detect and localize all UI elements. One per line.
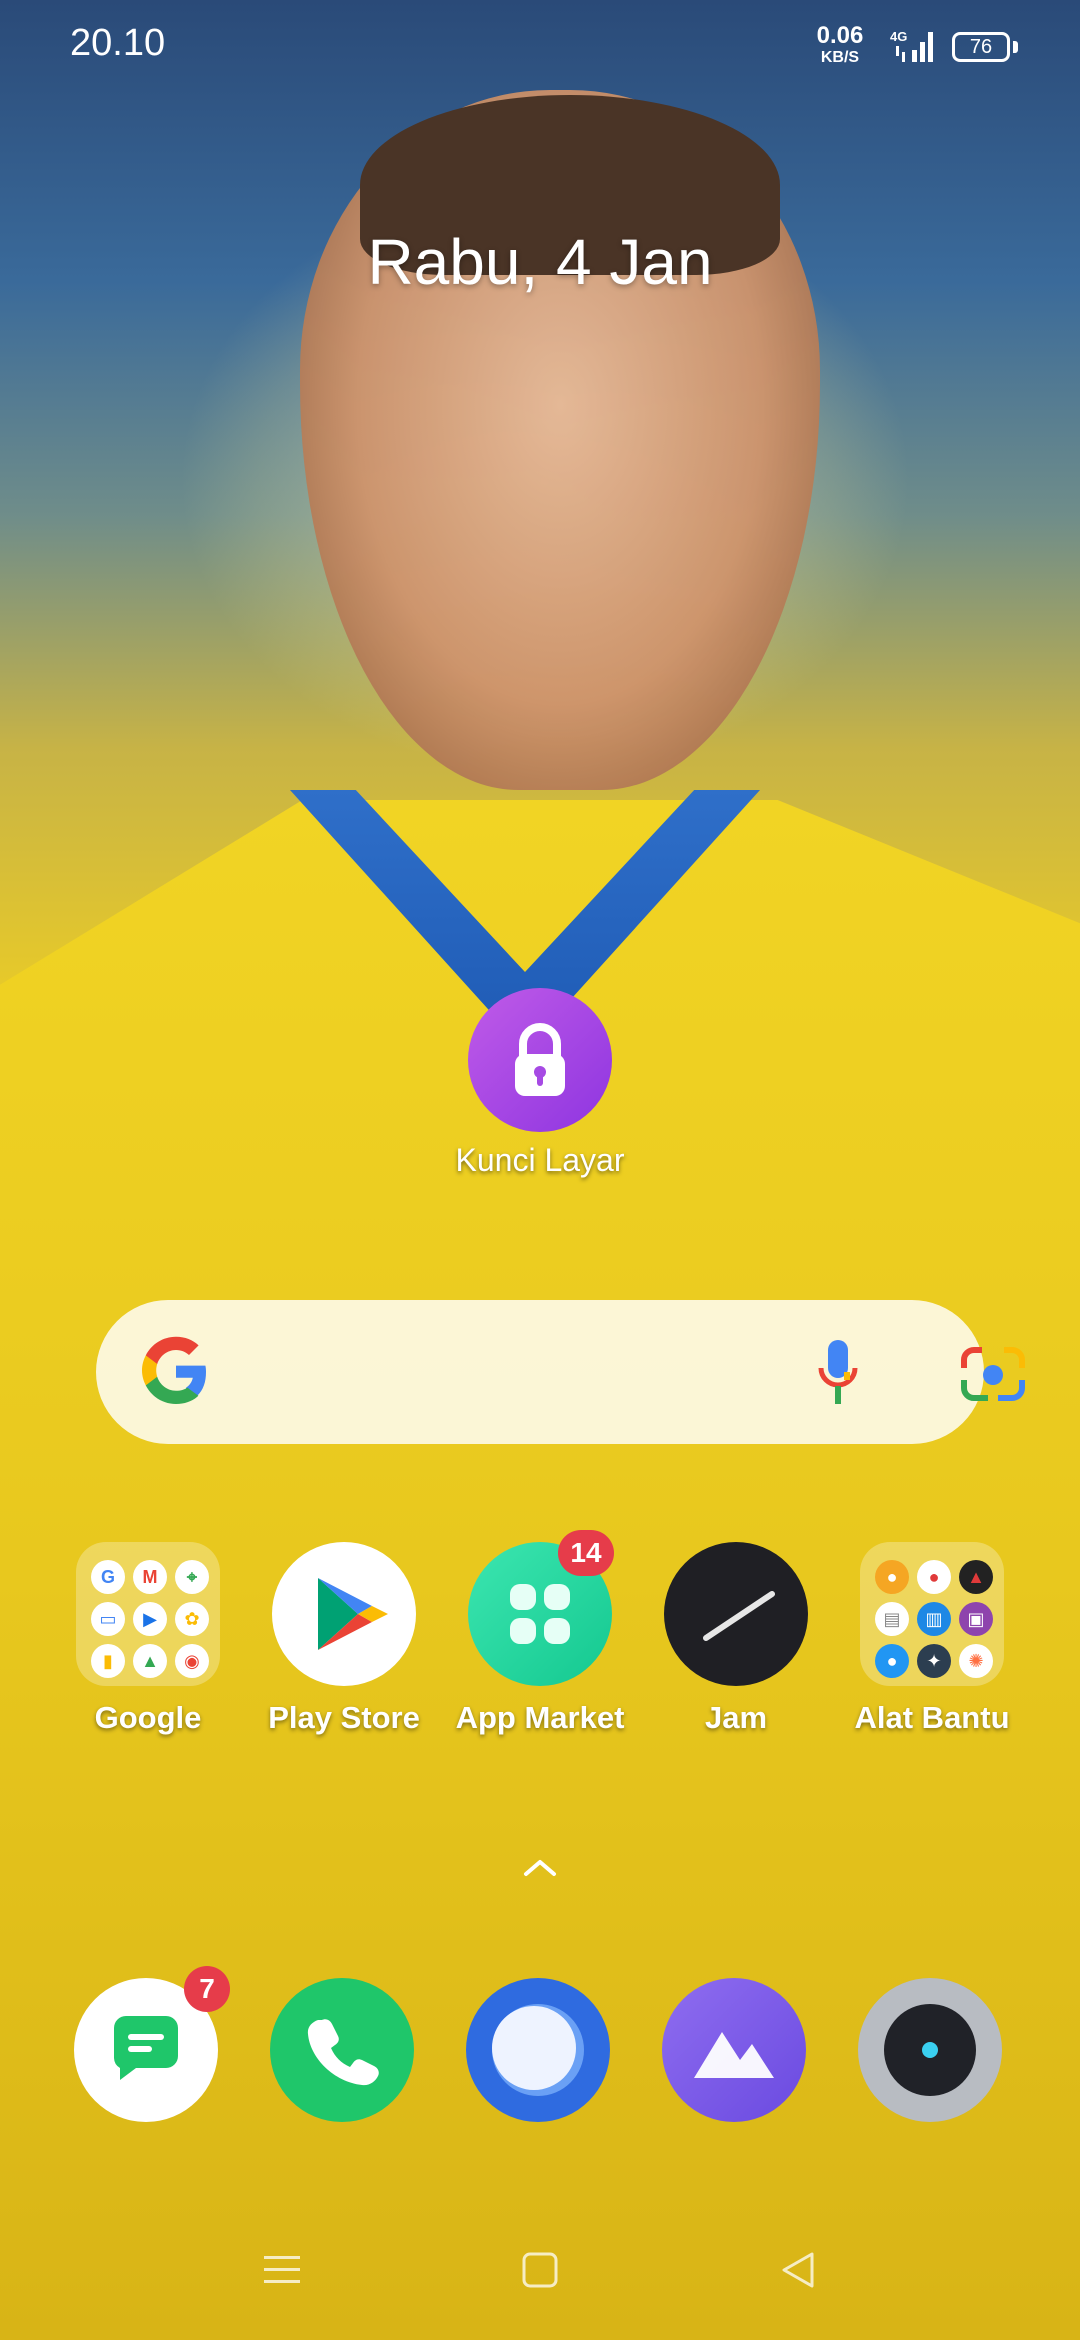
lock-screen-shortcut[interactable]: Kunci Layar [430,988,650,1179]
lock-screen-label: Kunci Layar [455,1142,625,1178]
google-icon [142,1336,206,1404]
mic-icon[interactable] [818,1340,858,1406]
folder-icon[interactable]: G M ⌖ ▭ ▶ ✿ ▮ ▲ ◉ [76,1542,220,1686]
lock-icon[interactable] [468,988,612,1132]
app-play-store[interactable]: Play Store [246,1542,442,1736]
app-app-market[interactable]: 14 App Market [442,1530,638,1736]
network-type: 4G [890,29,907,44]
app-label: Play Store [268,1700,420,1735]
dock-gallery[interactable] [662,1978,806,2122]
app-label: Google [94,1700,202,1735]
folder-icon[interactable]: ● ● ▲ ▤ ▥ ▣ ● ✦ ✺ [860,1542,1004,1686]
notification-badge: 14 [558,1530,614,1576]
phone-icon [307,2019,379,2086]
app-folder-google[interactable]: G M ⌖ ▭ ▶ ✿ ▮ ▲ ◉ Google [50,1542,246,1736]
clock-icon[interactable] [664,1542,808,1686]
notification-badge: 7 [184,1966,230,2012]
dock-browser[interactable] [466,1978,610,2122]
app-label: Alat Bantu [854,1700,1010,1735]
dock-camera[interactable] [858,1978,1002,2122]
camera-icon [884,2004,976,2096]
status-time: 20.10 [70,22,166,64]
network-speed-unit: KB/S [820,49,860,66]
home-nav-icon[interactable] [520,2250,560,2290]
battery-icon: 76 [952,32,1018,62]
menu-nav-icon[interactable] [262,2250,302,2290]
play-store-icon[interactable] [272,1542,416,1686]
browser-icon [492,2004,584,2096]
dock-messages[interactable]: 7 [74,1966,230,2122]
gallery-icon [694,2032,774,2078]
dock-phone[interactable] [270,1978,414,2122]
network-speed-value: 0.06 [816,22,864,49]
network-speed: 0.06 KB/S [812,24,868,66]
status-bar: 20.10 0.06 KB/S 4G 76 [0,0,1080,100]
signal-icon: 4G [890,29,933,62]
app-jam[interactable]: Jam [638,1542,834,1736]
battery-level: 76 [969,36,993,58]
back-nav-icon[interactable] [778,2250,818,2290]
lens-icon[interactable] [960,1346,1026,1402]
chevron-up-icon[interactable] [516,1852,564,1880]
date-text: Rabu, 4 Jan [367,226,713,298]
app-market-icon[interactable]: 14 [468,1530,614,1686]
app-folder-alat-bantu[interactable]: ● ● ▲ ▤ ▥ ▣ ● ✦ ✺ Alat Bantu [834,1542,1030,1736]
google-search-bar[interactable] [96,1300,1025,1444]
app-label: Jam [704,1700,768,1735]
app-label: App Market [455,1700,625,1735]
